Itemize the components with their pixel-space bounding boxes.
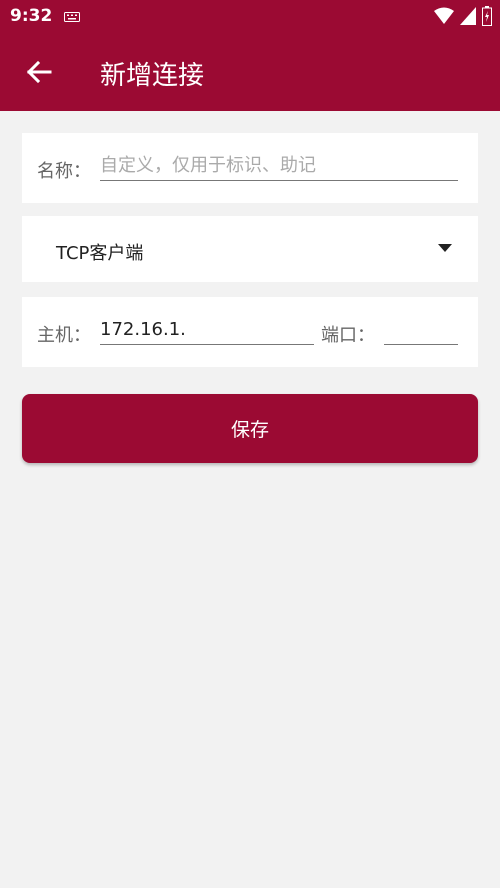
status-time: 9:32	[10, 6, 53, 26]
host-input[interactable]	[100, 319, 314, 345]
signal-icon	[460, 7, 476, 25]
app-bar: 新增连接	[0, 33, 500, 111]
battery-icon	[482, 6, 492, 26]
connection-type-value: TCP客户端	[56, 243, 144, 264]
wifi-icon	[434, 7, 454, 24]
name-card: 名称：	[22, 133, 478, 203]
connection-type-select[interactable]: TCP客户端	[22, 216, 478, 282]
status-bar: 9:32	[0, 0, 500, 33]
status-icons	[434, 6, 492, 26]
port-input[interactable]	[384, 319, 458, 345]
dropdown-icon[interactable]	[438, 244, 452, 252]
keyboard-icon	[64, 12, 80, 22]
page-title: 新增连接	[100, 61, 205, 91]
host-label: 主机：	[37, 325, 91, 346]
host-card: 主机： 端口：	[22, 297, 478, 367]
name-input[interactable]	[100, 155, 458, 181]
port-label: 端口：	[321, 325, 375, 346]
back-arrow-icon[interactable]	[22, 55, 56, 89]
save-button[interactable]: 保存	[22, 394, 478, 463]
name-label: 名称：	[37, 161, 91, 182]
